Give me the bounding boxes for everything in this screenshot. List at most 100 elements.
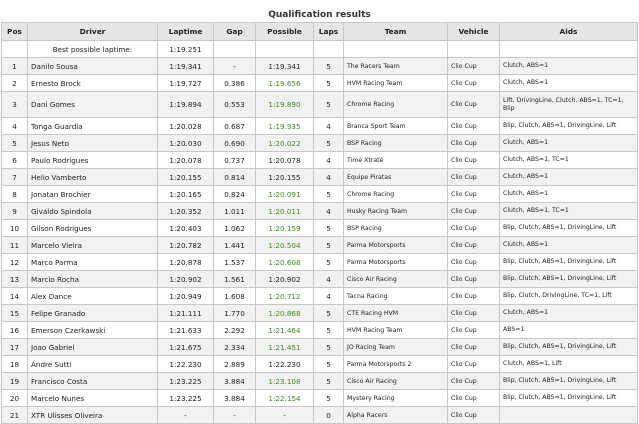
team-cell: Parma Motorsports	[343, 253, 448, 271]
team-cell: Parma Motorsports	[343, 236, 448, 254]
table-row: 10 Gilson Rodrigues 1:20.403 1.062 1:20.159 5…	[1, 219, 638, 237]
driver-cell: Andre Sutti	[27, 355, 158, 373]
pos-cell: 18	[1, 355, 28, 373]
laps-cell: 5	[313, 134, 344, 152]
table-row: 19 Francisco Costa 1:23.225 3.884 1:23.108 5 C…	[1, 372, 638, 390]
table-row: 1 Danilo Sousa 1:19.341-1:19.341 5 The Racer…	[1, 57, 638, 75]
vehicle-cell: Clio Cup	[447, 270, 500, 288]
driver-cell: Joao Gabriel	[27, 338, 158, 356]
pos-cell: 20	[1, 389, 28, 407]
team-cell: Branca Sport Team	[343, 117, 448, 135]
driver-cell: Francisco Costa	[27, 372, 158, 390]
driver-cell: Givaldo Spindola	[27, 202, 158, 220]
gap-cell: -	[213, 406, 256, 424]
aids-cell: Clutch, ABS=1	[499, 236, 638, 254]
laptime-cell: 1:20.949	[157, 287, 214, 305]
vehicle-cell: Clio Cup	[447, 287, 500, 305]
pos-cell: 1	[1, 57, 28, 75]
possible-cell: 1:19.341	[255, 57, 314, 75]
team-cell: Equipe Piratas	[343, 168, 448, 186]
laptime-cell: 1:22.230	[157, 355, 214, 373]
aids-cell: Blip, Clutch, ABS=1, DrivingLine, Lift	[499, 389, 638, 407]
col-header-possible: Possible	[255, 22, 314, 41]
aids-cell: Blip, Clutch, ABS=1, DrivingLine, Lift	[499, 338, 638, 356]
driver-cell: Jonatan Brochier	[27, 185, 158, 203]
laps-cell: 5	[313, 304, 344, 322]
gap-cell: 0.737	[213, 151, 256, 169]
table-row: 5 Jesus Neto 1:20.030 0.690 1:20.022 5 BSP Rac…	[1, 134, 638, 152]
vehicle-cell: Clio Cup	[447, 219, 500, 237]
gap-cell: 0.553	[213, 91, 256, 118]
laptime-cell: 1:20.352	[157, 202, 214, 220]
aids-cell: Blip, Clutch, DrivingLine, TC=1, Lift	[499, 287, 638, 305]
gap-cell: 2.889	[213, 355, 256, 373]
pos-cell: 16	[1, 321, 28, 339]
team-cell: Chrome Racing	[343, 91, 448, 118]
laps-cell: 4	[313, 117, 344, 135]
header-row: Pos Driver Laptime Gap Possible Laps Tea…	[1, 22, 638, 41]
pos-cell: 11	[1, 236, 28, 254]
laps-cell: 5	[313, 185, 344, 203]
vehicle-cell: Clio Cup	[447, 134, 500, 152]
pos-cell: 14	[1, 287, 28, 305]
aids-cell: Lift, DrivingLine, Clutch, ABS=1, TC=1, …	[499, 91, 638, 118]
driver-cell: Marcelo Vieira	[27, 236, 158, 254]
possible-cell: 1:20.504	[255, 236, 314, 254]
vehicle-cell: Clio Cup	[447, 91, 500, 118]
table-row: 11 Marcelo Vieira 1:20.782 1.441 1:20.504 5 Pa…	[1, 236, 638, 254]
laptime-cell: 1:21.675	[157, 338, 214, 356]
table-row: 6 Paulo Rodrigues 1:20.078 0.737 1:20.078 4 Ti…	[1, 151, 638, 169]
aids-cell	[499, 406, 638, 424]
pos-cell: 3	[1, 91, 28, 118]
aids-cell: Blip, Clutch, ABS=1, DrivingLine, Lift	[499, 253, 638, 271]
gap-cell: 1.441	[213, 236, 256, 254]
gap-cell: 0.690	[213, 134, 256, 152]
laptime-cell: 1:23.225	[157, 389, 214, 407]
driver-cell: Jesus Neto	[27, 134, 158, 152]
driver-cell: Marcio Rocha	[27, 270, 158, 288]
gap-cell: 2.334	[213, 338, 256, 356]
vehicle-cell: Clio Cup	[447, 253, 500, 271]
team-cell: BSP Racing	[343, 134, 448, 152]
laptime-cell: 1:20.028	[157, 117, 214, 135]
team-cell: Husky Racing Team	[343, 202, 448, 220]
vehicle-cell: Clio Cup	[447, 185, 500, 203]
laps-cell: 5	[313, 219, 344, 237]
table-row: 12 Marco Parma 1:20.878 1.537 1:20.608 5 Parma…	[1, 253, 638, 271]
laptime-cell: 1:23.225	[157, 372, 214, 390]
gap-cell: 1.062	[213, 219, 256, 237]
team-cell: Time Xtraté	[343, 151, 448, 169]
aids-cell: Clutch, ABS=1, TC=1	[499, 151, 638, 169]
col-header-pos: Pos	[1, 22, 28, 41]
laps-cell: 4	[313, 270, 344, 288]
driver-cell: Paulo Rodrigues	[27, 151, 158, 169]
gap-cell: 0.824	[213, 185, 256, 203]
col-header-driver: Driver	[27, 22, 158, 41]
driver-cell: Marco Parma	[27, 253, 158, 271]
laptime-cell: 1:20.902	[157, 270, 214, 288]
page-title: Qualification results	[268, 10, 371, 20]
driver-cell: Danilo Sousa	[27, 57, 158, 75]
driver-cell: Helio Vamberto	[27, 168, 158, 186]
pos-cell: 12	[1, 253, 28, 271]
laps-cell: 5	[313, 91, 344, 118]
team-cell: Alpha Racers	[343, 406, 448, 424]
table-row: 20 Marcelo Nunes 1:23.225 3.884 1:22.154 5 Mys…	[1, 389, 638, 407]
team-cell: Cisco Air Racing	[343, 270, 448, 288]
laps-cell: 4	[313, 168, 344, 186]
table-row: 15 Felipe Granado 1:21.111 1.770 1:20.868 5 CT…	[1, 304, 638, 322]
laps-cell: 5	[313, 389, 344, 407]
pos-cell: 19	[1, 372, 28, 390]
vehicle-cell: Clio Cup	[447, 236, 500, 254]
laps-cell: 4	[313, 202, 344, 220]
gap-cell: 0.687	[213, 117, 256, 135]
laps-cell: 5	[313, 236, 344, 254]
possible-cell: 1:19.935	[255, 117, 314, 135]
pos-cell: 2	[1, 74, 28, 92]
driver-cell: Marcelo Nunes	[27, 389, 158, 407]
possible-cell: 1:20.159	[255, 219, 314, 237]
aids-cell: Blip, Clutch, ABS=1, DrivingLine, Lift	[499, 372, 638, 390]
aids-cell: Clutch, ABS=1, Lift	[499, 355, 638, 373]
laptime-cell: -	[157, 406, 214, 424]
gap-cell: 1.608	[213, 287, 256, 305]
